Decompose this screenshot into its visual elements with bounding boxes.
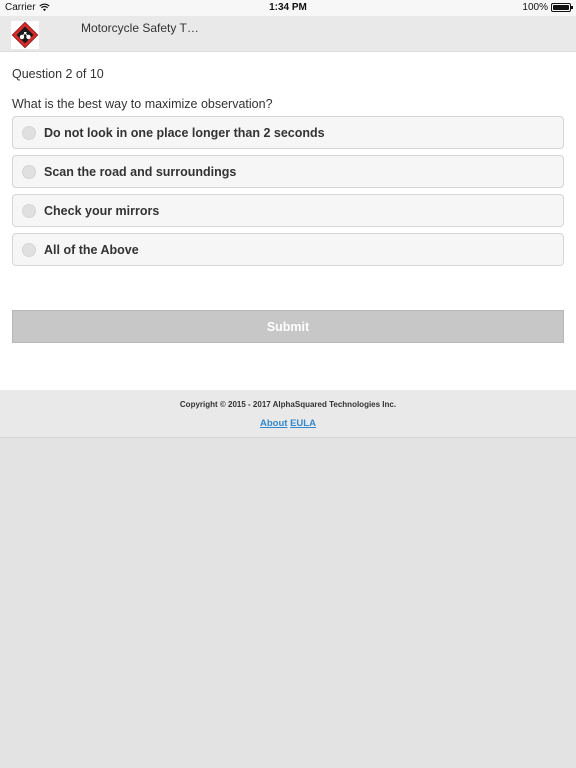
battery-icon xyxy=(551,3,573,12)
submit-button[interactable]: Submit xyxy=(12,310,564,343)
copyright-text: Copyright © 2015 - 2017 AlphaSquared Tec… xyxy=(179,400,397,409)
quiz-panel: Question 2 of 10 What is the best way to… xyxy=(0,52,576,390)
radio-button[interactable] xyxy=(22,243,36,257)
question-counter: Question 2 of 10 xyxy=(12,67,104,81)
answer-option-label: All of the Above xyxy=(44,243,139,257)
radio-button[interactable] xyxy=(22,126,36,140)
battery-fill xyxy=(553,5,569,10)
answer-option[interactable]: Check your mirrors xyxy=(12,194,564,227)
footer: Copyright © 2015 - 2017 AlphaSquared Tec… xyxy=(0,390,576,438)
eula-link[interactable]: EULA xyxy=(290,418,316,429)
answer-option[interactable]: Do not look in one place longer than 2 s… xyxy=(12,116,564,149)
question-text: What is the best way to maximize observa… xyxy=(12,97,273,111)
clock: 1:34 PM xyxy=(269,2,307,13)
answer-option-label: Scan the road and surroundings xyxy=(44,165,237,179)
answer-option-label: Do not look in one place longer than 2 s… xyxy=(44,126,325,140)
app-title: Motorcycle Safety T… xyxy=(81,21,199,35)
answer-option[interactable]: All of the Above xyxy=(12,233,564,266)
motorcycle-logo-icon[interactable] xyxy=(11,21,39,49)
radio-button[interactable] xyxy=(22,204,36,218)
status-bar: Carrier 1:34 PM 100% xyxy=(0,0,576,16)
footer-links: About EULA xyxy=(0,418,576,429)
radio-button[interactable] xyxy=(22,165,36,179)
battery-indicator: 100% xyxy=(522,2,573,13)
answer-option-label: Check your mirrors xyxy=(44,204,160,218)
about-link[interactable]: About xyxy=(260,418,287,429)
battery-percent: 100% xyxy=(522,2,548,13)
app-header: Motorcycle Safety T… xyxy=(0,16,576,52)
answer-option[interactable]: Scan the road and surroundings xyxy=(12,155,564,188)
